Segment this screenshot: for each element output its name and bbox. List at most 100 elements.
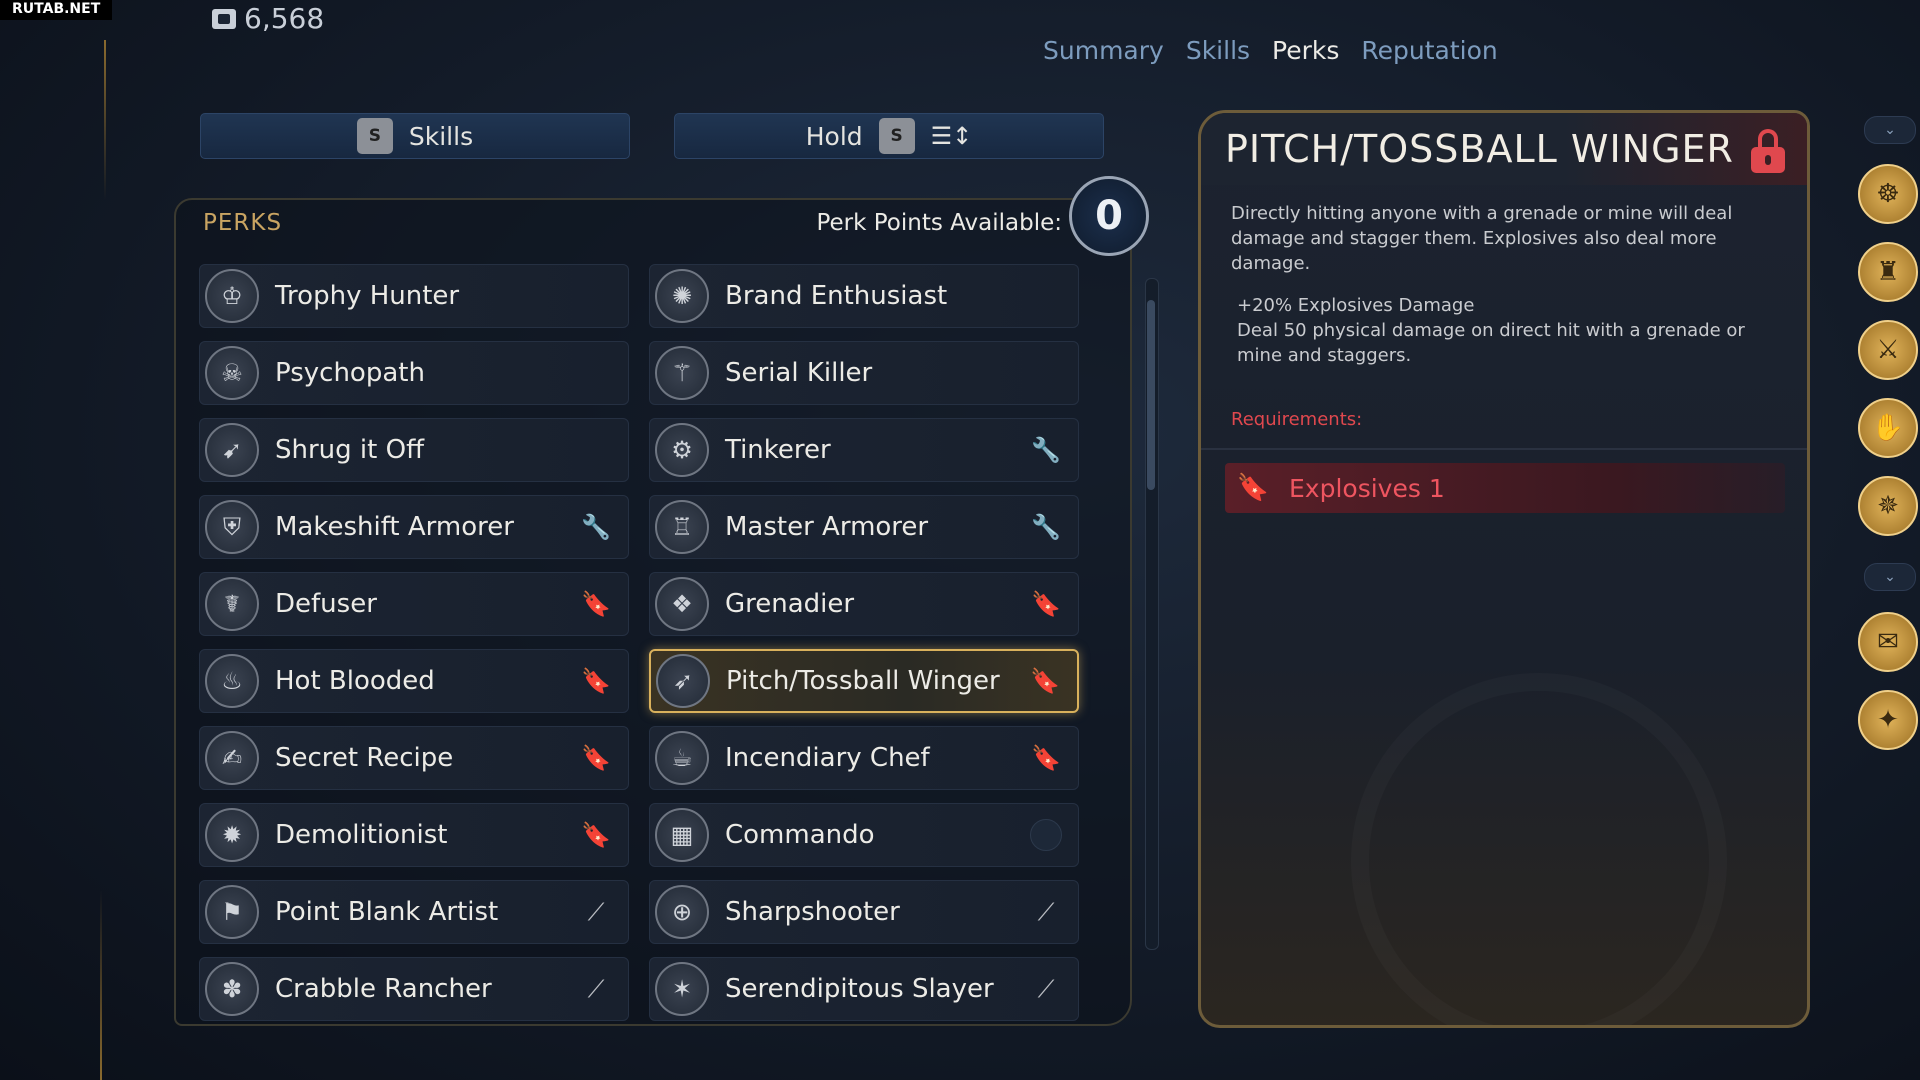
divider bbox=[1201, 448, 1807, 450]
melee-icon[interactable]: ⚔ bbox=[1858, 320, 1918, 380]
perk-name: Crabble Rancher bbox=[275, 974, 492, 1004]
star-burst-icon: ✶ bbox=[655, 962, 709, 1016]
perk-item[interactable]: ⚙ Tinkerer 🔧 bbox=[649, 418, 1079, 482]
detail-title: PITCH/TOSSBALL WINGER bbox=[1225, 127, 1734, 171]
defuser-icon: ☤ bbox=[205, 577, 259, 631]
skills-button[interactable]: S Skills bbox=[200, 113, 630, 159]
grenade-icon: 🔖 bbox=[1030, 667, 1060, 695]
perk-item[interactable]: ❖ Grenadier 🔖 bbox=[649, 572, 1079, 636]
perk-points-label: Perk Points Available: bbox=[816, 210, 1062, 236]
perk-name: Pitch/Tossball Winger bbox=[726, 666, 1000, 696]
category-sidebar: ⌄ ☸ ♜ ⚔ ✋ ✵ ⌄ ✉ ✦ bbox=[1852, 0, 1920, 1080]
gun-icon: ⟋ bbox=[1037, 975, 1055, 1003]
requirements-label: Requirements: bbox=[1231, 409, 1363, 430]
gun-icon: ⟋ bbox=[587, 975, 605, 1003]
wrench-icon: 🔧 bbox=[581, 513, 611, 541]
perk-item[interactable]: ⊕ Sharpshooter ⟋ bbox=[649, 880, 1079, 944]
perk-item[interactable]: ▦ Commando bbox=[649, 803, 1079, 867]
chevron-down-icon[interactable]: ⌄ bbox=[1864, 116, 1916, 144]
wrench-icon: 🔧 bbox=[1031, 513, 1061, 541]
perk-name: Demolitionist bbox=[275, 820, 448, 850]
chevron-down-icon[interactable]: ⌄ bbox=[1864, 563, 1916, 591]
perk-item[interactable]: ⚑ Point Blank Artist ⟋ bbox=[199, 880, 629, 944]
perk-item[interactable]: ⚚ Serial Killer bbox=[649, 341, 1079, 405]
requirement-label: Explosives 1 bbox=[1289, 473, 1445, 503]
hold-sort-button[interactable]: Hold S ☰↕ bbox=[674, 113, 1104, 159]
burst-icon: ✺ bbox=[655, 269, 709, 323]
perk-name: Tinkerer bbox=[725, 435, 831, 465]
armor-master-icon: ♖ bbox=[655, 500, 709, 554]
perk-item[interactable]: ✽ Crabble Rancher ⟋ bbox=[199, 957, 629, 1021]
recipe-icon: ✍ bbox=[205, 731, 259, 785]
top-tabs: Summary Skills Perks Reputation bbox=[1043, 36, 1498, 65]
emblem-watermark bbox=[1351, 673, 1727, 1025]
tab-reputation[interactable]: Reputation bbox=[1361, 36, 1497, 65]
tab-perks[interactable]: Perks bbox=[1272, 36, 1339, 65]
empty-slot-icon bbox=[1028, 817, 1064, 853]
grenade-icon: 🔖 bbox=[581, 744, 611, 772]
perk-item[interactable]: ✹ Demolitionist 🔖 bbox=[199, 803, 629, 867]
perk-name: Incendiary Chef bbox=[725, 743, 930, 773]
gear-bot-icon: ⚙ bbox=[655, 423, 709, 477]
perk-item[interactable]: ✶ Serendipitous Slayer ⟋ bbox=[649, 957, 1079, 1021]
map-icon[interactable]: ✉ bbox=[1858, 612, 1918, 672]
perk-name: Makeshift Armorer bbox=[275, 512, 514, 542]
perk-item[interactable]: ☤ Defuser 🔖 bbox=[199, 572, 629, 636]
armor-icon: ⛨ bbox=[205, 500, 259, 554]
grid-icon: ▦ bbox=[655, 808, 709, 862]
perk-item[interactable]: ♖ Master Armorer 🔧 bbox=[649, 495, 1079, 559]
perk-name: Hot Blooded bbox=[275, 666, 435, 696]
detail-description: Directly hitting anyone with a grenade o… bbox=[1231, 203, 1733, 274]
frame-ornament bbox=[104, 40, 106, 200]
perk-name: Psychopath bbox=[275, 358, 425, 388]
grenade-icon: 🔖 bbox=[1236, 473, 1270, 503]
bonus-line: Deal 50 physical damage on direct hit wi… bbox=[1237, 320, 1745, 366]
perk-item[interactable]: ☠ Psychopath bbox=[199, 341, 629, 405]
perk-points-value: 0 bbox=[1069, 176, 1149, 256]
key-hint: S bbox=[878, 118, 915, 154]
character-icon[interactable]: ☸ bbox=[1858, 164, 1918, 224]
hold-label: Hold bbox=[805, 121, 863, 151]
perk-item[interactable]: ♔ Trophy Hunter bbox=[199, 264, 629, 328]
creature-icon[interactable]: ✦ bbox=[1858, 690, 1918, 750]
perk-name: Trophy Hunter bbox=[275, 281, 460, 311]
crab-icon: ✽ bbox=[205, 962, 259, 1016]
perk-name: Point Blank Artist bbox=[275, 897, 499, 927]
perk-item[interactable]: ✺ Brand Enthusiast bbox=[649, 264, 1079, 328]
sort-icon: ☰↕ bbox=[930, 122, 973, 150]
grenade-icon: 🔖 bbox=[581, 821, 611, 849]
bonus-line: +20% Explosives Damage bbox=[1237, 295, 1475, 316]
perk-name: Master Armorer bbox=[725, 512, 929, 542]
perks-scroll-thumb[interactable] bbox=[1147, 300, 1155, 490]
chef-icon: ☕ bbox=[655, 731, 709, 785]
gun-icon: ⟋ bbox=[1037, 898, 1055, 926]
wrench-icon: 🔧 bbox=[1031, 436, 1061, 464]
perk-item[interactable]: ☕ Incendiary Chef 🔖 bbox=[649, 726, 1079, 790]
gun-icon: ⟋ bbox=[587, 898, 605, 926]
currency-value: 6,568 bbox=[244, 2, 325, 35]
grenade-icon: 🔖 bbox=[1031, 590, 1061, 618]
hand-icon[interactable]: ✋ bbox=[1858, 398, 1918, 458]
blade-icon: ⚚ bbox=[655, 346, 709, 400]
companion-icon[interactable]: ♜ bbox=[1858, 242, 1918, 302]
tab-skills[interactable]: Skills bbox=[1186, 36, 1250, 65]
perk-name: Sharpshooter bbox=[725, 897, 900, 927]
token-icon bbox=[212, 8, 236, 29]
grenade-icon: 🔖 bbox=[1031, 744, 1061, 772]
frame-ornament bbox=[100, 890, 102, 1080]
shrug-icon: ➹ bbox=[205, 423, 259, 477]
tab-summary[interactable]: Summary bbox=[1043, 36, 1164, 65]
trophy-icon: ♔ bbox=[205, 269, 259, 323]
perks-title: PERKS bbox=[203, 210, 283, 236]
perk-item[interactable]: ➶ Pitch/Tossball Winger 🔖 bbox=[649, 649, 1079, 713]
perk-item[interactable]: ➹ Shrug it Off bbox=[199, 418, 629, 482]
perk-name: Brand Enthusiast bbox=[725, 281, 948, 311]
explosion-icon: ✹ bbox=[205, 808, 259, 862]
perk-item[interactable]: ♨ Hot Blooded 🔖 bbox=[199, 649, 629, 713]
perk-item[interactable]: ✍ Secret Recipe 🔖 bbox=[199, 726, 629, 790]
detail-bonuses: +20% Explosives Damage Deal 50 physical … bbox=[1237, 293, 1787, 368]
flame-icon: ♨ bbox=[205, 654, 259, 708]
stealth-icon[interactable]: ✵ bbox=[1858, 476, 1918, 536]
perk-detail-panel: PITCH/TOSSBALL WINGER Directly hitting a… bbox=[1198, 110, 1810, 1028]
perk-item[interactable]: ⛨ Makeshift Armorer 🔧 bbox=[199, 495, 629, 559]
